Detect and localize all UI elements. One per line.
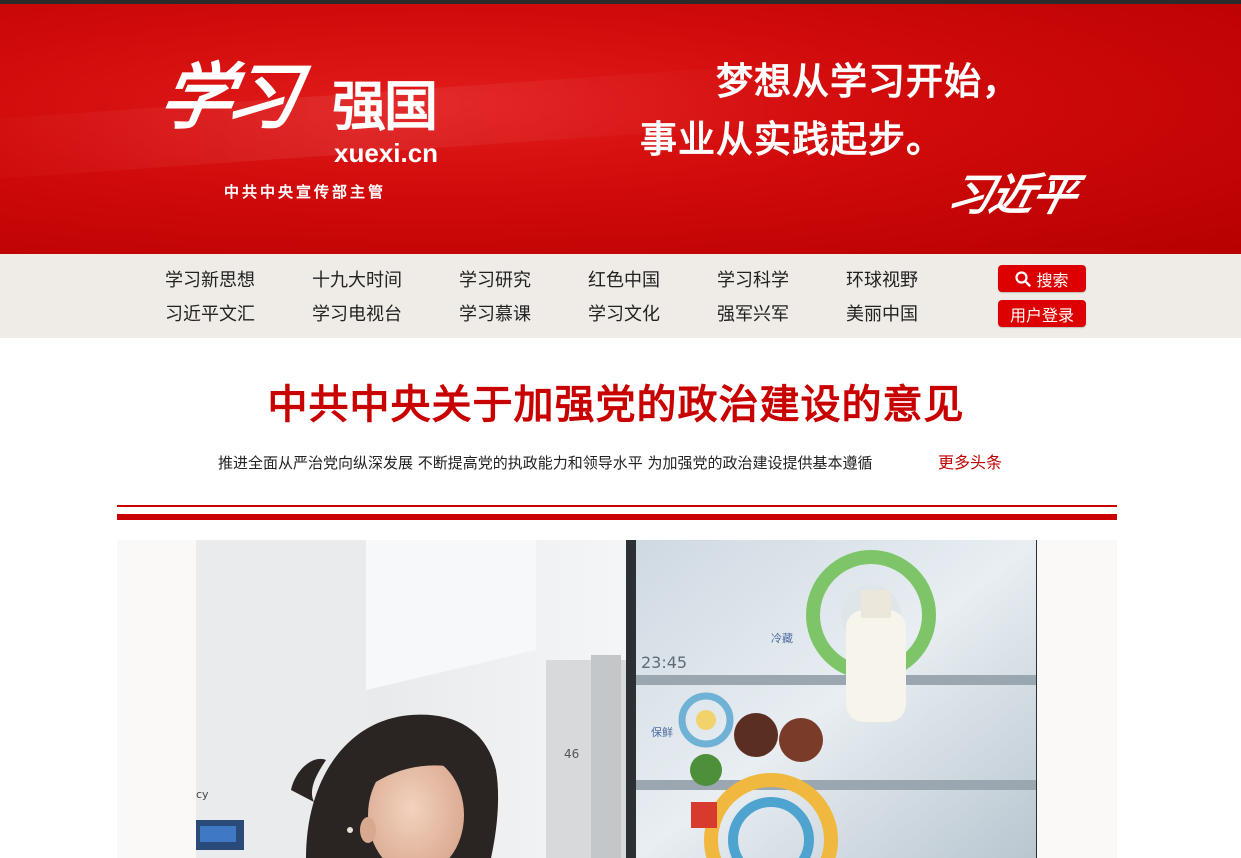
panel-number: 46 xyxy=(564,747,579,761)
headline-summary: 推进全面从严治党向纵深发展 不断提高党的执政能力和领导水平 为加强党的政治建设提… xyxy=(218,454,873,472)
nav-item-xuexi-xinsixiang[interactable]: 学习新思想 xyxy=(165,272,255,290)
divider-thick xyxy=(117,514,1117,520)
divider-thin xyxy=(117,505,1117,507)
feature-photo-container: 23:45 保鲜 冷藏 46 cy xyxy=(117,540,1117,858)
logo-text[interactable]: 强国 xyxy=(332,80,438,134)
signature: 习近平 xyxy=(942,170,1082,221)
headline-link[interactable]: 中共中央关于加强党的政治建设的意见 xyxy=(0,385,1232,425)
more-headlines-link[interactable]: 更多头条 xyxy=(938,455,1002,471)
slogan-line-2: 事业从实践起步。 xyxy=(640,117,944,161)
fridge-label-b: 冷藏 xyxy=(771,632,793,645)
wall-text-fragment: cy xyxy=(196,788,209,801)
smart-fridge-photo[interactable]: 23:45 保鲜 冷藏 46 cy xyxy=(196,540,1037,858)
nav-item-wenhua[interactable]: 学习文化 xyxy=(588,306,660,324)
fridge-label-a: 保鲜 xyxy=(651,725,673,739)
nav-item-xuexi-yanjiu[interactable]: 学习研究 xyxy=(459,272,531,290)
nav-item-xuexi-kexue[interactable]: 学习科学 xyxy=(717,272,789,290)
logo-supervisor-text: 中共中央宣传部主管 xyxy=(224,183,387,201)
logo-domain[interactable]: xuexi.cn xyxy=(334,140,438,166)
search-button-label: 搜索 xyxy=(1036,270,1069,290)
nav-item-wenhui[interactable]: 习近平文汇 xyxy=(165,306,255,324)
search-button[interactable]: 搜索 xyxy=(998,265,1086,292)
slogan-line-1: 梦想从学习开始， xyxy=(716,59,1020,103)
main-navigation: 学习新思想 十九大时间 学习研究 红色中国 学习科学 环球视野 习近平文汇 学习… xyxy=(0,254,1241,338)
nav-item-huanqiu-shiye[interactable]: 环球视野 xyxy=(846,272,918,290)
login-button[interactable]: 用户登录 xyxy=(998,300,1086,327)
login-button-label: 用户登录 xyxy=(1009,305,1074,325)
nav-item-meili-zhongguo[interactable]: 美丽中国 xyxy=(846,306,918,324)
nav-item-dianshitai[interactable]: 学习电视台 xyxy=(312,306,402,324)
nav-item-shijiuda-shijian[interactable]: 十九大时间 xyxy=(312,272,402,290)
nav-item-qiangjun[interactable]: 强军兴军 xyxy=(717,306,789,324)
logo-calligraphy[interactable]: 学习 xyxy=(153,38,304,143)
nav-item-muke[interactable]: 学习慕课 xyxy=(459,306,531,324)
header-banner: 学习 强国 xuexi.cn 中共中央宣传部主管 梦想从学习开始， 事业从实践起… xyxy=(0,4,1241,254)
photo-illustration: 23:45 保鲜 冷藏 46 cy xyxy=(196,540,1037,858)
search-icon xyxy=(1015,270,1032,287)
fridge-screen-time: 23:45 xyxy=(641,653,687,672)
nav-item-hongse-zhongguo[interactable]: 红色中国 xyxy=(588,272,660,290)
